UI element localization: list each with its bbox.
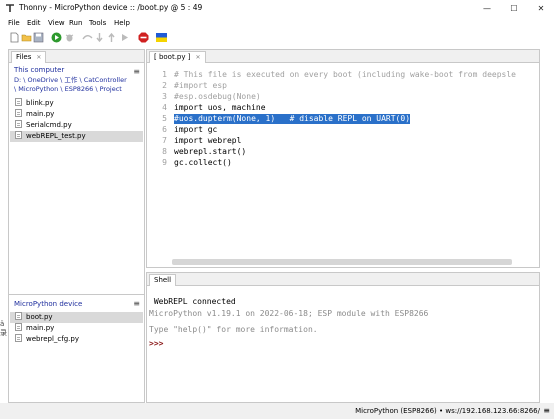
path-breadcrumb-line2[interactable]: \ MicroPython \ ESP8266 \ Project bbox=[14, 85, 122, 93]
left-edge-char: ä bbox=[0, 320, 5, 328]
close-icon[interactable]: ✕ bbox=[195, 54, 200, 61]
file-name: webREPL_test.py bbox=[26, 132, 86, 140]
line-number: 7 bbox=[162, 136, 167, 145]
file-icon bbox=[15, 109, 22, 117]
file-row[interactable]: main.py bbox=[10, 109, 143, 120]
file-row-selected[interactable]: boot.py bbox=[10, 312, 143, 323]
window-title: Thonny - MicroPython device :: /boot.py … bbox=[19, 3, 203, 12]
files-divider bbox=[9, 294, 144, 295]
resume-icon[interactable] bbox=[119, 32, 130, 43]
status-bar: MicroPython (ESP8266) • ws://192.168.123… bbox=[0, 403, 554, 419]
shell-output-line: Type "help()" for more information. bbox=[149, 325, 318, 334]
left-edge-text: ä 录 bbox=[0, 320, 7, 338]
file-row[interactable]: Serialcmd.py bbox=[10, 120, 143, 131]
files-tab-bar: Files ✕ bbox=[9, 50, 144, 63]
file-row-selected[interactable]: webREPL_test.py bbox=[10, 131, 143, 142]
file-row[interactable]: blink.py bbox=[10, 98, 143, 109]
shell-tab-bar: Shell bbox=[147, 273, 539, 286]
stop-icon[interactable] bbox=[138, 32, 149, 43]
line-number: 4 bbox=[162, 103, 167, 112]
path-breadcrumb-line1[interactable]: D: \ OneDrive \ 工作 \ CatController bbox=[14, 76, 127, 84]
file-row[interactable]: webrepl_cfg.py bbox=[10, 334, 143, 345]
menu-file[interactable]: File bbox=[8, 17, 20, 29]
close-button[interactable]: ✕ bbox=[528, 0, 554, 17]
file-icon bbox=[15, 323, 22, 331]
this-computer-title[interactable]: This computer bbox=[14, 66, 64, 75]
files-panel: Files ✕ This computer D: \ OneDrive \ 工作 … bbox=[8, 49, 145, 403]
shell-output-line: WebREPL connected bbox=[149, 297, 236, 306]
tab-files-label: Files bbox=[16, 53, 32, 61]
step-out-icon[interactable] bbox=[106, 32, 117, 43]
shell-prompt[interactable]: >>> bbox=[149, 339, 163, 349]
step-into-icon[interactable] bbox=[94, 32, 105, 43]
line-number: 8 bbox=[162, 147, 167, 156]
open-file-icon[interactable] bbox=[21, 32, 32, 43]
menu-edit[interactable]: Edit bbox=[27, 17, 41, 29]
line-number: 3 bbox=[162, 92, 167, 101]
line-number-gutter: 1 2 3 4 5 6 7 8 9 bbox=[147, 64, 171, 254]
code-line[interactable]: webrepl.start() bbox=[174, 147, 246, 157]
file-name: webrepl_cfg.py bbox=[26, 335, 79, 343]
code-line[interactable]: #esp.osdebug(None) bbox=[174, 92, 261, 102]
code-line[interactable]: import gc bbox=[174, 125, 217, 135]
tab-boot-py[interactable]: [ boot.py ] ✕ bbox=[149, 51, 206, 63]
title-bar: Thonny - MicroPython device :: /boot.py … bbox=[0, 0, 554, 17]
micropython-device-title[interactable]: MicroPython device bbox=[14, 300, 82, 309]
file-name: boot.py bbox=[26, 313, 53, 321]
code-line[interactable]: import uos, machine bbox=[174, 103, 266, 113]
file-name: blink.py bbox=[26, 99, 54, 107]
line-number: 2 bbox=[162, 81, 167, 90]
menu-view[interactable]: View bbox=[48, 17, 65, 29]
interpreter-status[interactable]: MicroPython (ESP8266) • ws://192.168.123… bbox=[355, 406, 540, 416]
run-icon[interactable] bbox=[51, 32, 62, 43]
code-line[interactable]: import webrepl bbox=[174, 136, 241, 146]
shell-panel: Shell WebREPL connected MicroPython v1.1… bbox=[146, 272, 540, 403]
tab-files[interactable]: Files ✕ bbox=[11, 51, 47, 63]
thonny-logo-icon bbox=[5, 3, 15, 16]
file-name: main.py bbox=[26, 324, 55, 332]
line-number: 5 bbox=[162, 114, 167, 123]
hamburger-menu-icon[interactable]: ≡ bbox=[133, 300, 140, 308]
file-name: Serialcmd.py bbox=[26, 121, 72, 129]
horizontal-scrollbar[interactable] bbox=[172, 259, 512, 265]
step-over-icon[interactable] bbox=[82, 32, 93, 43]
file-row[interactable]: main.py bbox=[10, 323, 143, 334]
line-number: 6 bbox=[162, 125, 167, 134]
close-icon[interactable]: ✕ bbox=[36, 54, 41, 61]
status-menu-icon[interactable]: ≡ bbox=[543, 406, 550, 416]
file-icon bbox=[15, 120, 22, 128]
line-number: 9 bbox=[162, 158, 167, 167]
shell-output-line: MicroPython v1.19.1 on 2022-06-18; ESP m… bbox=[149, 309, 429, 318]
ukraine-flag-icon bbox=[156, 33, 167, 42]
editor-tab-bar: [ boot.py ] ✕ bbox=[147, 50, 539, 63]
tab-shell[interactable]: Shell bbox=[149, 274, 177, 286]
menu-bar: File Edit View Run Tools Help bbox=[0, 17, 554, 29]
minimize-button[interactable]: — bbox=[474, 0, 500, 17]
code-line[interactable]: #import esp bbox=[174, 81, 227, 91]
code-line[interactable]: # This file is executed on every boot (i… bbox=[174, 70, 516, 80]
file-name: main.py bbox=[26, 110, 55, 118]
hamburger-menu-icon[interactable]: ≡ bbox=[133, 68, 140, 76]
file-icon bbox=[15, 131, 22, 139]
menu-tools[interactable]: Tools bbox=[89, 17, 106, 29]
code-editor: [ boot.py ] ✕ 1 2 3 4 5 6 7 8 9 # This fi… bbox=[146, 49, 540, 268]
line-number: 1 bbox=[162, 70, 167, 79]
menu-help[interactable]: Help bbox=[114, 17, 130, 29]
save-icon[interactable] bbox=[33, 32, 44, 43]
file-icon bbox=[15, 334, 22, 342]
left-edge-char: 录 bbox=[0, 329, 7, 337]
maximize-button[interactable]: ☐ bbox=[501, 0, 527, 17]
file-icon bbox=[15, 312, 22, 320]
menu-run[interactable]: Run bbox=[69, 17, 82, 29]
file-icon bbox=[15, 98, 22, 106]
new-file-icon[interactable] bbox=[9, 32, 20, 43]
tab-shell-label: Shell bbox=[154, 276, 172, 284]
debug-icon[interactable] bbox=[64, 32, 75, 43]
code-line[interactable]: gc.collect() bbox=[174, 158, 232, 168]
tab-boot-py-label: [ boot.py ] bbox=[154, 53, 191, 61]
code-line-selected[interactable]: #uos.dupterm(None, 1) # disable REPL on … bbox=[174, 114, 411, 124]
toolbar bbox=[0, 29, 554, 46]
